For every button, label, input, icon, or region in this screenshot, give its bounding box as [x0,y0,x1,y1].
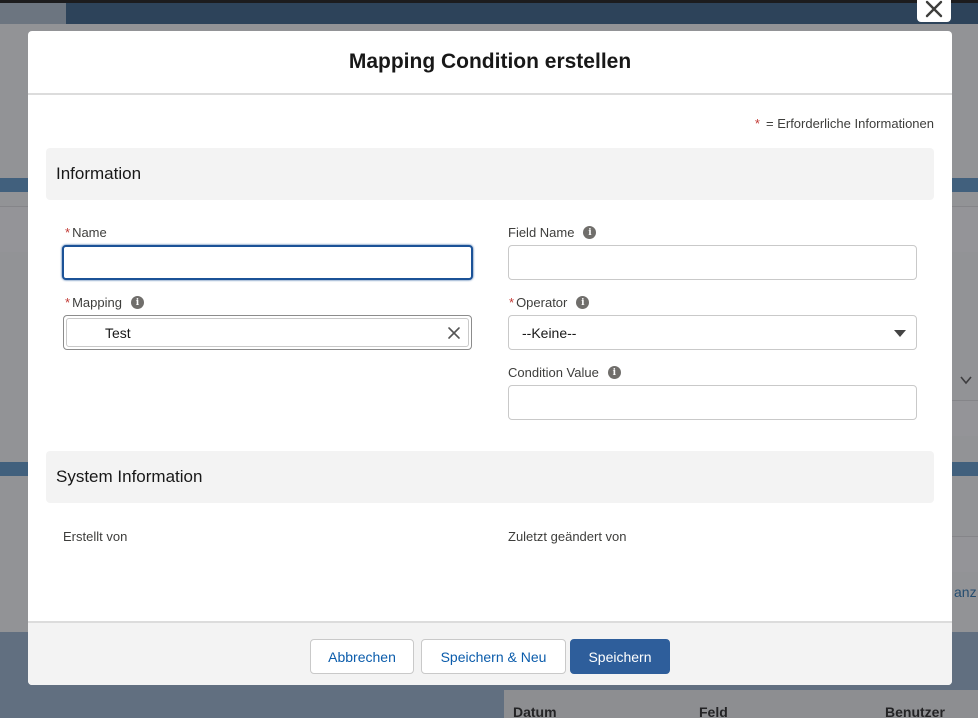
last-modified-by-label: Zuletzt geändert von [508,529,627,544]
mapping-label: * Mapping i [65,295,144,310]
field-name-label-text: Field Name [508,225,575,240]
condition-value-label: Condition Value i [508,365,621,380]
info-icon[interactable]: i [130,296,144,309]
required-legend-text: = Erforderliche Informationen [765,116,934,131]
modal-title: Mapping Condition erstellen [348,50,632,73]
operator-label-text: Operator [516,295,568,310]
mapping-value: Test [105,324,131,341]
mapping-selected-pill[interactable]: Test [66,318,469,347]
section-header-system-information[interactable]: System Information [46,451,934,503]
created-by-label: Erstellt von [63,529,128,544]
field-name-input[interactable] [508,245,917,280]
modal-footer: Abbrechen Speichern & Neu Speichern [28,621,952,685]
condition-value-label-text: Condition Value [508,365,599,380]
save-button[interactable]: Speichern [570,639,670,674]
section-title: System Information [56,467,203,486]
info-icon[interactable]: i [607,366,621,379]
operator-label: * Operator i [509,295,590,310]
info-icon[interactable]: i [576,296,590,309]
section-title: Information [56,164,142,183]
info-icon[interactable]: i [583,226,597,239]
cancel-button[interactable]: Abbrechen [310,639,414,674]
required-star: * [65,225,71,240]
field-name-label: Field Name i [508,225,597,240]
modal-header: Mapping Condition erstellen [28,31,952,95]
operator-select[interactable]: --Keine-- [508,315,917,350]
name-input[interactable] [62,245,473,280]
name-label: * Name [65,225,107,240]
operator-value: --Keine-- [522,324,577,341]
mapping-label-text: Mapping [72,295,122,310]
required-legend: * = Erforderliche Informationen [755,116,934,131]
save-and-new-button[interactable]: Speichern & Neu [421,639,566,674]
chevron-down-icon [894,330,906,337]
clear-icon[interactable] [446,325,462,341]
section-header-information[interactable]: Information [46,148,934,200]
required-star: * [754,116,760,131]
close-icon [925,0,943,18]
modal-dialog: Mapping Condition erstellen * = Erforderl… [28,31,952,685]
required-star: * [509,295,515,310]
close-button[interactable] [917,0,951,22]
name-label-text: Name [72,225,107,240]
required-star: * [65,295,71,310]
condition-value-input[interactable] [508,385,917,420]
mapping-lookup[interactable]: Test [63,315,472,350]
